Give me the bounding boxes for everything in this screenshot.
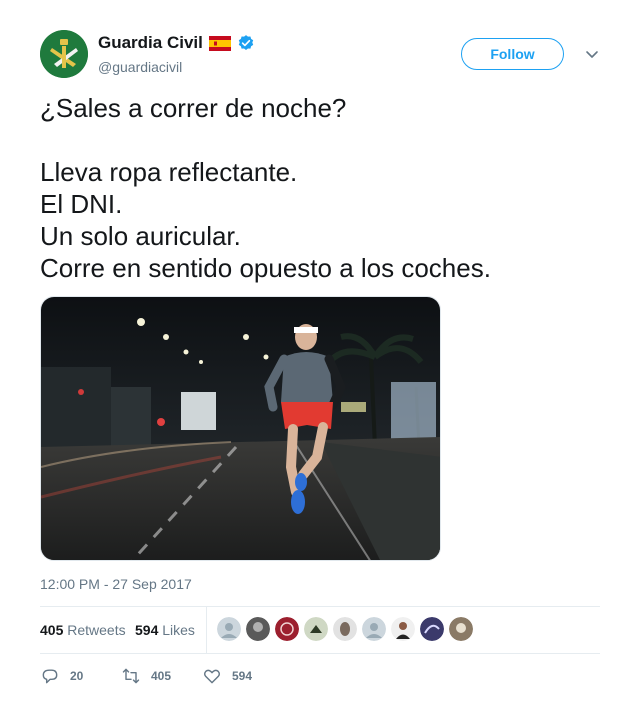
engagement-stats: 405 Retweets 594 Likes [40, 606, 600, 654]
tweet-actions: 20 405 594 [40, 666, 600, 686]
spain-flag-icon [208, 35, 231, 51]
stats-divider [206, 607, 207, 653]
liker-avatar[interactable] [362, 617, 386, 641]
author-name-row: Guardia Civil [98, 33, 255, 53]
liker-avatar[interactable] [420, 617, 444, 641]
verified-badge-icon [238, 35, 254, 50]
likes-count: 594 [135, 622, 159, 638]
retweet-count: 405 [151, 669, 172, 683]
like-action[interactable]: 594 [202, 666, 252, 686]
reply-count: 20 [70, 669, 84, 683]
tweet-header: Guardia Civil @guardiacivil Follow [40, 30, 600, 82]
author-avatar[interactable] [40, 30, 88, 78]
tweet-timestamp[interactable]: 12:00 PM - 27 Sep 2017 [40, 576, 192, 592]
reply-icon [42, 669, 58, 684]
tweet-text: ¿Sales a correr de noche? Lleva ropa ref… [40, 93, 491, 283]
tweet-card: Guardia Civil @guardiacivil Follow ¿Sale… [40, 30, 600, 684]
likes-stat[interactable]: 594 Likes [135, 622, 195, 638]
liker-avatar[interactable] [246, 617, 270, 641]
retweet-icon [122, 668, 140, 684]
liker-avatar[interactable] [449, 617, 473, 641]
retweets-stat[interactable]: 405 Retweets [40, 622, 126, 638]
liker-avatar[interactable] [275, 617, 299, 641]
liker-avatar[interactable] [391, 617, 415, 641]
liker-avatar[interactable] [217, 617, 241, 641]
retweets-label: Retweets [67, 622, 126, 638]
night-runner-photo [41, 297, 440, 560]
liker-avatar[interactable] [304, 617, 328, 641]
author-name[interactable]: Guardia Civil [98, 33, 203, 53]
liker-avatars [217, 617, 473, 641]
chevron-down-icon[interactable] [585, 47, 599, 61]
reply-action[interactable]: 20 [40, 666, 83, 686]
likes-label: Likes [162, 622, 195, 638]
retweets-count: 405 [40, 622, 64, 638]
liker-avatar[interactable] [333, 617, 357, 641]
tweet-photo[interactable] [40, 296, 441, 561]
retweet-action[interactable]: 405 [121, 666, 171, 686]
guardia-civil-logo-icon [40, 30, 88, 78]
heart-icon [204, 669, 220, 684]
author-handle[interactable]: @guardiacivil [98, 59, 182, 75]
follow-button[interactable]: Follow [461, 38, 564, 70]
like-count: 594 [232, 669, 253, 683]
